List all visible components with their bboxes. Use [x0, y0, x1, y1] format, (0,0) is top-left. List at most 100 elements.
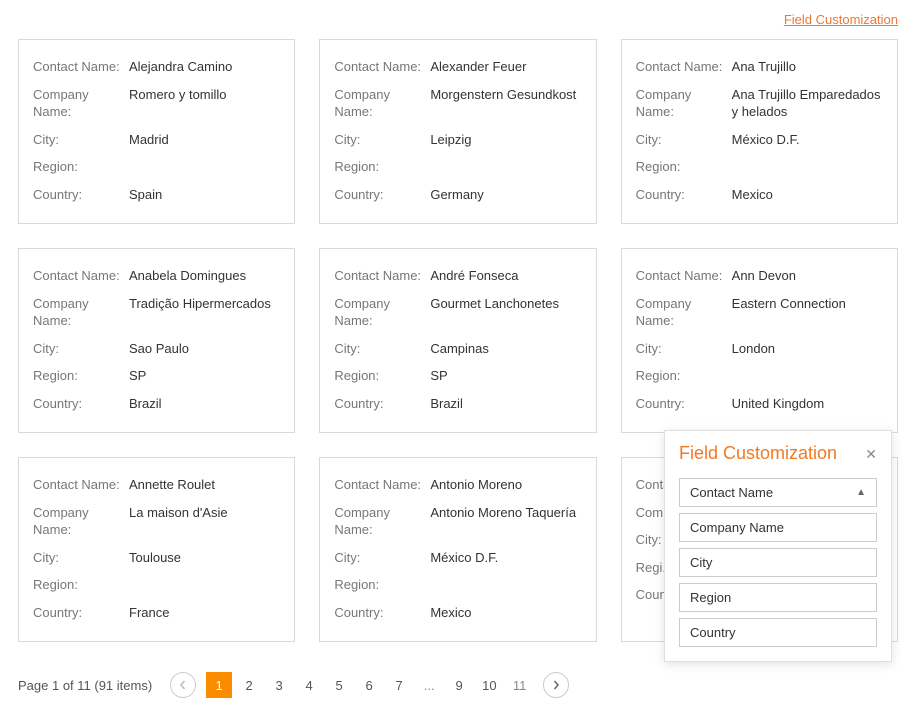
field-item-label: City: [690, 555, 712, 570]
field-value: Campinas: [430, 340, 581, 358]
field-label: Contact Name:: [33, 267, 129, 285]
field-value: Madrid: [129, 131, 280, 149]
card: Contact Name:Ana Trujillo Company Name:An…: [621, 39, 898, 224]
field-list: Contact Name ▲ Company Name City Region Count…: [679, 478, 877, 647]
field-label: Company Name:: [636, 295, 732, 330]
card-row: City:México D.F.: [334, 549, 581, 567]
pager-page[interactable]: 1: [206, 672, 232, 698]
field-label: Contact Name:: [33, 58, 129, 76]
field-value: Alexander Feuer: [430, 58, 581, 76]
field-value: [732, 367, 883, 385]
card-row: Company Name:Romero y tomillo: [33, 86, 280, 121]
field-value: Toulouse: [129, 549, 280, 567]
field-value: Germany: [430, 186, 581, 204]
card: Contact Name:Anabela Domingues Company Na…: [18, 248, 295, 433]
field-label: Region:: [33, 367, 129, 385]
field-label: Country:: [33, 395, 129, 413]
field-value: Mexico: [732, 186, 883, 204]
pager-page[interactable]: 7: [386, 672, 412, 698]
field-item-label: Contact Name: [690, 485, 773, 500]
card-row: Company Name:La maison d'Asie: [33, 504, 280, 539]
card-row: Contact Name:André Fonseca: [334, 267, 581, 285]
card: Contact Name:Ann DevonCompany Name:Easte…: [621, 248, 898, 433]
pager-prev-button[interactable]: [170, 672, 196, 698]
field-value: André Fonseca: [430, 267, 581, 285]
field-value: México D.F.: [732, 131, 883, 149]
field-item[interactable]: Region: [679, 583, 877, 612]
pager-page[interactable]: 2: [236, 672, 262, 698]
field-value: Annette Roulet: [129, 476, 280, 494]
field-value: Tradição Hipermercados: [129, 295, 280, 330]
card-row: Country:France: [33, 604, 280, 622]
pager-ellipsis: ...: [416, 678, 442, 693]
card-row: Country:Germany: [334, 186, 581, 204]
field-value: Romero y tomillo: [129, 86, 280, 121]
field-label: Region:: [636, 367, 732, 385]
pager-page[interactable]: 10: [476, 672, 502, 698]
field-value: Antonio Moreno: [430, 476, 581, 494]
field-label: City:: [33, 131, 129, 149]
field-label: Country:: [33, 604, 129, 622]
card-row: Contact Name:Antonio Moreno: [334, 476, 581, 494]
field-value: Brazil: [129, 395, 280, 413]
field-value: Alejandra Camino: [129, 58, 280, 76]
close-icon[interactable]: ✕: [865, 447, 877, 461]
card-row: City:Leipzig: [334, 131, 581, 149]
card-row: Company Name:Ana Trujillo Emparedados y …: [636, 86, 883, 121]
field-value: La maison d'Asie: [129, 504, 280, 539]
popup-title: Field Customization: [679, 443, 837, 464]
field-item[interactable]: Contact Name ▲: [679, 478, 877, 507]
card-row: Company Name:Antonio Moreno Taquería: [334, 504, 581, 539]
field-label: City:: [334, 131, 430, 149]
field-label: Contact Name:: [334, 267, 430, 285]
pager-next-button[interactable]: [543, 672, 569, 698]
card-row: City:Sao Paulo: [33, 340, 280, 358]
pager-page[interactable]: 3: [266, 672, 292, 698]
field-item[interactable]: Country: [679, 618, 877, 647]
field-value: France: [129, 604, 280, 622]
card-row: Contact Name:Anabela Domingues: [33, 267, 280, 285]
card: Contact Name:Antonio Moreno Company Name:…: [319, 457, 596, 642]
card-row: City:México D.F.: [636, 131, 883, 149]
field-item[interactable]: City: [679, 548, 877, 577]
pager-page[interactable]: 5: [326, 672, 352, 698]
field-value: [430, 576, 581, 594]
card-row: City:Madrid: [33, 131, 280, 149]
card-row: Country:Mexico: [334, 604, 581, 622]
field-value: SP: [129, 367, 280, 385]
field-item-label: Country: [690, 625, 736, 640]
field-label: Region:: [334, 367, 430, 385]
field-value: London: [732, 340, 883, 358]
card-row: Region:: [636, 367, 883, 385]
field-value: Sao Paulo: [129, 340, 280, 358]
field-label: City:: [636, 131, 732, 149]
field-value: Ann Devon: [732, 267, 883, 285]
pager-page[interactable]: 4: [296, 672, 322, 698]
field-label: Company Name:: [334, 295, 430, 330]
pager-page[interactable]: 9: [446, 672, 472, 698]
card-row: Company Name:Tradição Hipermercados: [33, 295, 280, 330]
field-value: [129, 576, 280, 594]
field-value: Mexico: [430, 604, 581, 622]
field-label: Company Name:: [334, 86, 430, 121]
pager-summary: Page 1 of 11 (91 items): [18, 678, 152, 693]
field-value: [129, 158, 280, 176]
pager-page[interactable]: 6: [356, 672, 382, 698]
card-row: Region:: [334, 576, 581, 594]
field-item[interactable]: Company Name: [679, 513, 877, 542]
field-label: Country:: [334, 395, 430, 413]
sort-asc-icon: ▲: [856, 487, 866, 498]
field-label: City:: [636, 340, 732, 358]
field-label: Region:: [334, 158, 430, 176]
pager-page[interactable]: 11: [507, 672, 533, 698]
card-row: Contact Name:Ana Trujillo: [636, 58, 883, 76]
field-value: Ana Trujillo Emparedados y helados: [732, 86, 883, 121]
field-value: Antonio Moreno Taquería: [430, 504, 581, 539]
field-customization-link[interactable]: Field Customization: [784, 12, 898, 27]
card-row: Country:Mexico: [636, 186, 883, 204]
field-label: Country:: [33, 186, 129, 204]
card-row: Country:United Kingdom: [636, 395, 883, 413]
field-label: Country:: [334, 604, 430, 622]
card-row: Company Name:Gourmet Lanchonetes: [334, 295, 581, 330]
card-row: Country:Brazil: [334, 395, 581, 413]
